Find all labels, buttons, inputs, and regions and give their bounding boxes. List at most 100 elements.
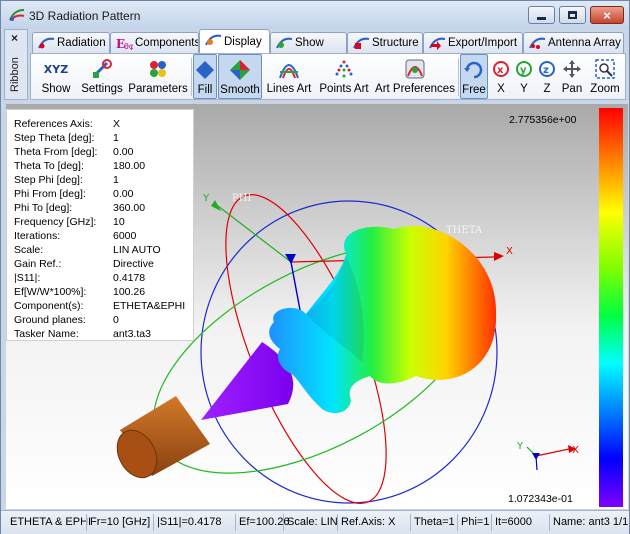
smooth-toggle[interactable]: Smooth: [218, 54, 262, 99]
tab-export-import[interactable]: Export/Import: [423, 32, 523, 53]
tab-label: Display: [224, 35, 262, 48]
status-separator: [491, 514, 492, 531]
status-separator: [86, 514, 87, 531]
y-label: Y: [520, 83, 528, 95]
show-icon: [276, 37, 293, 49]
info-row: Ground planes: 0: [14, 314, 119, 326]
status-ref-axis: Ref.Axis: X: [341, 516, 396, 528]
zoom-label: Zoom: [590, 83, 620, 95]
rotate-z-icon: z: [535, 57, 559, 81]
info-row: Scale: LIN AUTO: [14, 244, 161, 256]
x-axis-label: X: [506, 246, 513, 257]
show-label: Show: [41, 83, 71, 95]
ribbon-close-button[interactable]: ×: [11, 31, 18, 45]
parameters-button[interactable]: Parameters: [127, 54, 189, 99]
fill-icon: [193, 58, 217, 82]
z-label: Z: [543, 83, 551, 95]
tab-label: Antenna Array: [548, 37, 621, 49]
status-theta: Theta=1: [414, 516, 455, 528]
art-preferences-label: Art Preferences: [375, 83, 455, 95]
status-separator: [410, 514, 411, 531]
status-efficiency: Ef=100.26: [239, 516, 290, 528]
tab-antenna-array[interactable]: Antenna Array: [523, 32, 624, 53]
y-axis-line: [217, 205, 292, 263]
zoom-icon: [593, 57, 617, 81]
fill-toggle[interactable]: Fill: [193, 54, 217, 99]
status-phi: Phi=1: [461, 516, 490, 528]
tab-label: Radiation: [57, 37, 106, 49]
svg-text:x: x: [497, 65, 504, 76]
antenna-array-icon: [529, 37, 546, 49]
structure-icon: [353, 37, 370, 49]
info-row: Step Theta [deg]: 1: [14, 132, 119, 144]
radiation-icon: [38, 37, 55, 49]
maximize-icon: [568, 11, 577, 19]
scale-min-label: 1.072343e-01: [508, 493, 573, 505]
rotate-y-button[interactable]: y Y: [513, 54, 535, 99]
art-preferences-icon: [403, 57, 427, 81]
smooth-label: Smooth: [220, 84, 260, 96]
zoom-button[interactable]: Zoom: [588, 54, 622, 99]
scale-max-label: 2.775356e+00: [509, 114, 577, 126]
info-row: Component(s): ETHETA&EPHI: [14, 300, 186, 312]
theta-label: THETA: [446, 225, 483, 236]
status-separator: [235, 514, 236, 531]
mini-x-axis: [535, 448, 570, 457]
close-button[interactable]: ×: [590, 6, 624, 24]
info-row: Iterations: 6000: [14, 230, 137, 242]
close-icon: ×: [603, 7, 611, 23]
info-row: Frequency [GHz]: 10: [14, 216, 125, 228]
info-row: Ef[W/W*100%]: 100.26: [14, 286, 146, 298]
xyz-icon: XYZ: [43, 62, 69, 76]
minimize-button[interactable]: [528, 6, 555, 24]
tab-label: Export/Import: [448, 37, 518, 49]
tab-label: Structure: [372, 37, 419, 49]
mini-z-arrow: [532, 453, 540, 460]
art-preferences-button[interactable]: Art Preferences: [374, 54, 456, 99]
mini-y-label: Y: [516, 441, 524, 452]
tab-display[interactable]: Display: [199, 29, 270, 53]
points-art-button[interactable]: Points Art: [316, 54, 372, 99]
lines-art-button[interactable]: Lines Art: [264, 54, 314, 99]
pan-button[interactable]: Pan: [559, 54, 585, 99]
free-rotate-toggle[interactable]: Free: [460, 54, 488, 99]
x-label: X: [497, 83, 505, 95]
toolbar-separator: [191, 58, 192, 96]
maximize-button[interactable]: [559, 6, 586, 24]
tab-show[interactable]: Show: [270, 32, 347, 53]
app-icon: [9, 9, 25, 21]
components-icon: Eθφ: [116, 37, 133, 50]
tab-label: Components: [135, 37, 199, 49]
show-dropdown-button[interactable]: XYZ Show: [35, 54, 77, 99]
status-separator: [337, 514, 338, 531]
ribbon-toolbar: XYZ Show Settings Parameters Fill Smooth…: [30, 53, 626, 100]
phi-label: PHI: [232, 193, 251, 204]
info-row: Tasker Name: ant3.ta3: [14, 328, 151, 340]
x-axis-arrow: [494, 252, 504, 261]
tab-components[interactable]: Eθφ Components: [110, 32, 199, 53]
info-row: Gain Ref.: Directive: [14, 258, 154, 270]
settings-icon: [90, 57, 114, 81]
lines-art-label: Lines Art: [266, 83, 312, 95]
ribbon-label: Ribbon: [9, 57, 21, 92]
status-separator: [283, 514, 284, 531]
svg-text:z: z: [543, 65, 549, 76]
radiation-lobe: [269, 225, 497, 414]
minimize-icon: [537, 16, 546, 20]
rotate-x-button[interactable]: x X: [490, 54, 512, 99]
rotate-z-button[interactable]: z Z: [536, 54, 558, 99]
ribbon-side-panel: × Ribbon: [4, 29, 28, 100]
rotate-y-icon: y: [512, 57, 536, 81]
rotate-x-icon: x: [489, 57, 513, 81]
title-bar[interactable]: 3D Radiation Pattern ×: [1, 1, 629, 29]
tab-structure[interactable]: Structure: [347, 32, 423, 53]
status-name: Name: ant3 1/1: [553, 516, 629, 528]
settings-button[interactable]: Settings: [79, 54, 125, 99]
window-title: 3D Radiation Pattern: [29, 9, 141, 23]
color-scale-bar: [599, 108, 623, 507]
pan-label: Pan: [561, 83, 583, 95]
tab-radiation[interactable]: Radiation: [32, 32, 110, 53]
mini-x-label: X: [572, 445, 579, 456]
y-axis-label: Y: [202, 193, 210, 204]
fill-label: Fill: [197, 84, 213, 96]
